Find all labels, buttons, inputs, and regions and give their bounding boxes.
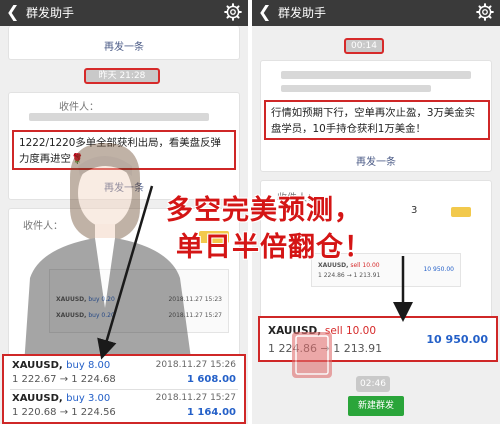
receivers-blurred bbox=[281, 85, 431, 92]
trade-prices: 1 220.68 → 1 224.56 bbox=[12, 407, 116, 418]
trade-prices: 1 222.67 → 1 224.68 bbox=[12, 374, 116, 385]
receivers-label: 收件人： bbox=[59, 102, 99, 113]
mini-trade-time: 2018.11.27 15:23 bbox=[168, 296, 222, 303]
time-pill: 02:46 bbox=[356, 376, 390, 392]
mini-trade-row: XAUUSD, buy 0.20 bbox=[56, 296, 115, 303]
new-broadcast-button[interactable]: 新建群发 bbox=[348, 396, 404, 416]
message-text: 1222/1220多单全部获利出局，看美盘反弹力度再进空 bbox=[19, 137, 221, 165]
previous-broadcast-card: 再发一条 bbox=[8, 26, 240, 60]
trade-row: XAUUSD, buy 3.00 1 220.68 → 1 224.56 201… bbox=[4, 390, 244, 422]
receivers-blurred bbox=[451, 207, 471, 217]
overlay-headline-line2: 单日半倍翻仓！ bbox=[176, 232, 372, 263]
receivers-label: 收件人： bbox=[23, 221, 63, 232]
recipient-count: 3 bbox=[411, 205, 418, 216]
trade-datetime: 2018.11.27 15:27 bbox=[155, 393, 236, 403]
time-pill: 00:14 bbox=[344, 38, 384, 54]
mini-trade-prices: 1 224.86 → 1 213.91 bbox=[318, 272, 381, 279]
trade-datetime: 2018.11.27 15:26 bbox=[155, 360, 236, 370]
header-title: 群发助手 bbox=[278, 6, 327, 20]
mini-trade-profit: 10 950.00 bbox=[423, 266, 454, 273]
trade-symbol: XAUUSD, buy 3.00 bbox=[12, 393, 111, 404]
mini-trade-row: XAUUSD, buy 0.20 bbox=[56, 312, 115, 319]
time-pill: 昨天 21:28 bbox=[84, 68, 160, 84]
left-header: ❮ 群发助手 bbox=[0, 0, 248, 26]
overlay-headline-line1: 多空完美预测， bbox=[166, 195, 362, 226]
trade-row: XAUUSD, buy 8.00 1 222.67 → 1 224.68 201… bbox=[4, 357, 244, 389]
header-title: 群发助手 bbox=[26, 6, 75, 20]
trade-result-box: XAUUSD, buy 8.00 1 222.67 → 1 224.68 201… bbox=[2, 354, 246, 424]
mini-trade-time: 2018.11.27 15:27 bbox=[168, 312, 222, 319]
highlighted-message: 1222/1220多单全部获利出局，看美盘反弹力度再进空🌹 bbox=[12, 130, 236, 170]
trade-profit: 1 164.00 bbox=[186, 407, 236, 418]
right-header: ❮ 群发助手 bbox=[252, 0, 500, 26]
trade-profit: 1 608.00 bbox=[186, 374, 236, 385]
gear-icon[interactable] bbox=[224, 3, 242, 21]
stamp-watermark bbox=[292, 332, 332, 378]
receivers-blurred bbox=[29, 113, 209, 121]
back-icon[interactable]: ❮ bbox=[6, 2, 19, 22]
receivers-blurred bbox=[281, 71, 471, 79]
trade-symbol: XAUUSD, buy 8.00 bbox=[12, 360, 111, 371]
resend-link[interactable]: 再发一条 bbox=[261, 153, 491, 168]
gear-icon[interactable] bbox=[476, 3, 494, 21]
trade-screenshot: XAUUSD, buy 0.20 2018.11.27 15:23 XAUUSD… bbox=[49, 269, 229, 333]
highlighted-message: 行情如预期下行，空单再次止盈，3万美金实盘学员，10手持仓获利1万美金！ bbox=[264, 100, 490, 140]
rose-emoji: 🌹 bbox=[70, 154, 84, 165]
resend-link[interactable]: 再发一条 bbox=[9, 38, 239, 53]
back-icon[interactable]: ❮ bbox=[258, 2, 271, 22]
trade-profit: 10 950.00 bbox=[426, 333, 488, 346]
